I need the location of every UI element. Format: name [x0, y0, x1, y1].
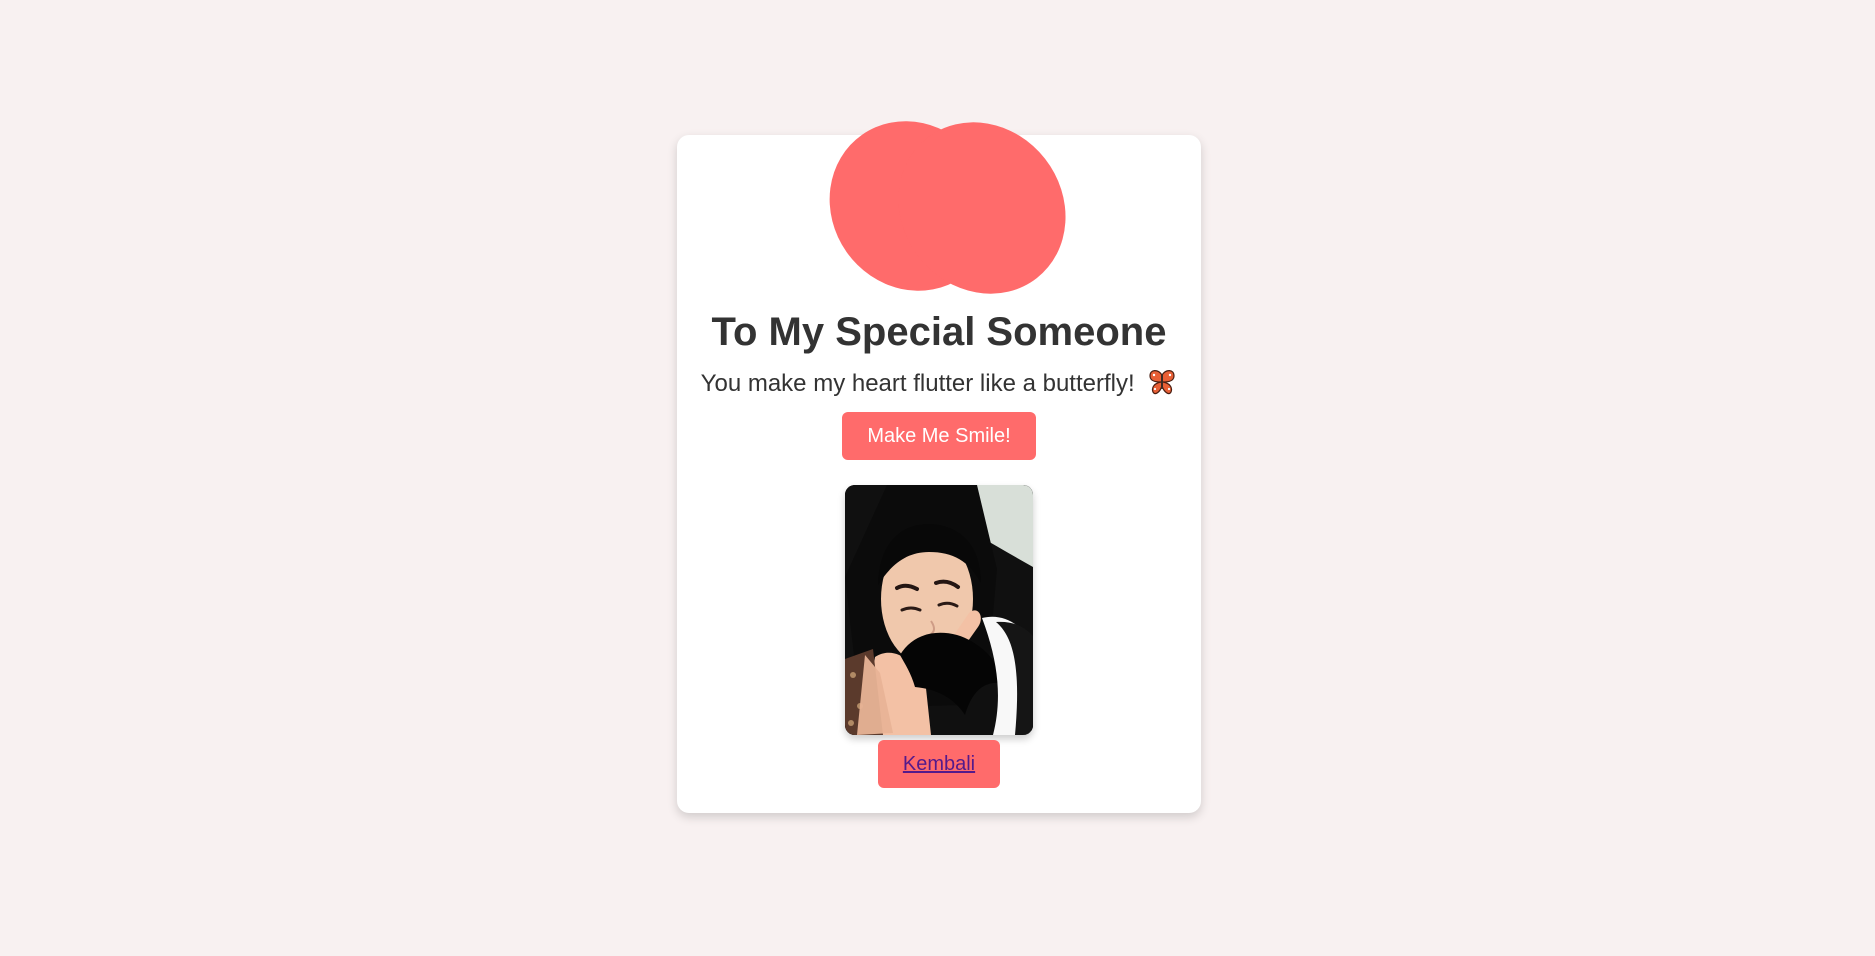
make-me-smile-button[interactable]: Make Me Smile! [842, 412, 1036, 460]
message-text: You make my heart flutter like a butterf… [677, 367, 1201, 399]
back-link-container: Kembali [878, 740, 1000, 788]
message-label: You make my heart flutter like a butterf… [700, 370, 1135, 397]
profile-photo [845, 485, 1033, 735]
butterfly-icon [1147, 367, 1177, 397]
back-link[interactable]: Kembali [903, 753, 975, 775]
page-title: To My Special Someone [711, 310, 1167, 354]
heart-decoration [796, 88, 1100, 328]
message-card: To My Special Someone You make my heart … [677, 88, 1201, 813]
